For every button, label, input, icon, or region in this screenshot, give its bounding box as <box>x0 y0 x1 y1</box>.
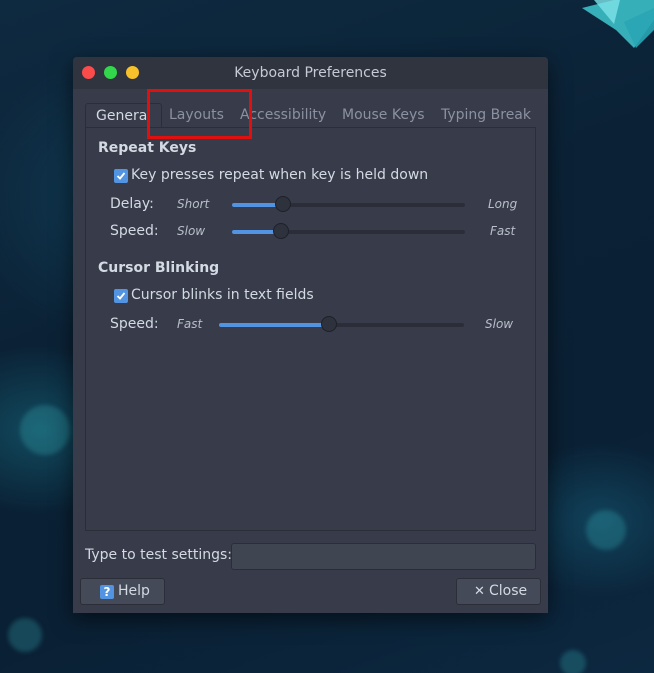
repeat-keys-heading: Repeat Keys <box>98 140 197 156</box>
cursor-blink-checkbox[interactable] <box>114 289 128 303</box>
general-tab-panel: Repeat Keys Key presses repeat when key … <box>85 127 536 531</box>
cursor-blink-checkbox-label: Cursor blinks in text fields <box>131 287 314 303</box>
blink-speed-slider[interactable] <box>219 316 464 332</box>
repeat-speed-max-label: Fast <box>490 224 516 238</box>
wallpaper-bokeh <box>586 510 626 550</box>
repeat-speed-slider[interactable] <box>232 223 465 239</box>
test-settings-label: Type to test settings: <box>85 547 232 563</box>
highlight-box <box>147 89 252 139</box>
delay-max-label: Long <box>488 197 518 211</box>
repeat-speed-label: Speed: <box>110 223 159 239</box>
blink-speed-label: Speed: <box>110 316 159 332</box>
delay-min-label: Short <box>177 197 210 211</box>
repeat-keys-checkbox[interactable] <box>114 169 128 183</box>
blink-speed-slider-handle[interactable] <box>321 316 338 332</box>
blink-speed-min-label: Fast <box>177 317 203 331</box>
check-icon <box>116 172 126 180</box>
wallpaper-bokeh <box>8 618 42 652</box>
cursor-blinking-heading: Cursor Blinking <box>98 260 220 276</box>
wallpaper-bokeh <box>560 650 586 673</box>
close-button[interactable]: ✕ Close <box>456 578 541 605</box>
check-icon <box>116 292 126 300</box>
wallpaper-bokeh <box>20 405 70 455</box>
tab-mouse-keys[interactable]: Mouse Keys <box>342 103 425 127</box>
repeat-keys-checkbox-label: Key presses repeat when key is held down <box>131 167 429 183</box>
titlebar[interactable]: Keyboard Preferences <box>73 57 548 89</box>
repeat-speed-slider-handle[interactable] <box>272 223 289 239</box>
window-title: Keyboard Preferences <box>234 65 387 81</box>
help-button[interactable]: ? Help <box>80 578 165 605</box>
blink-speed-max-label: Slow <box>485 317 514 331</box>
keyboard-preferences-window: Keyboard Preferences General Layouts Acc… <box>73 57 548 613</box>
help-icon: ? <box>100 585 114 599</box>
delay-slider-handle[interactable] <box>275 196 292 212</box>
wallpaper-crystal-shape <box>582 0 654 48</box>
blink-speed-slider-fill <box>219 323 330 327</box>
tab-accessibility[interactable]: Accessibility <box>240 103 326 127</box>
delay-label: Delay: <box>110 196 154 212</box>
help-button-label: Help <box>118 583 150 599</box>
test-settings-input[interactable] <box>231 543 536 570</box>
close-icon: ✕ <box>474 584 485 599</box>
delay-slider[interactable] <box>232 196 465 212</box>
tab-typing-break[interactable]: Typing Break <box>441 103 531 127</box>
close-button-label: Close <box>489 583 528 599</box>
repeat-speed-min-label: Slow <box>177 224 206 238</box>
